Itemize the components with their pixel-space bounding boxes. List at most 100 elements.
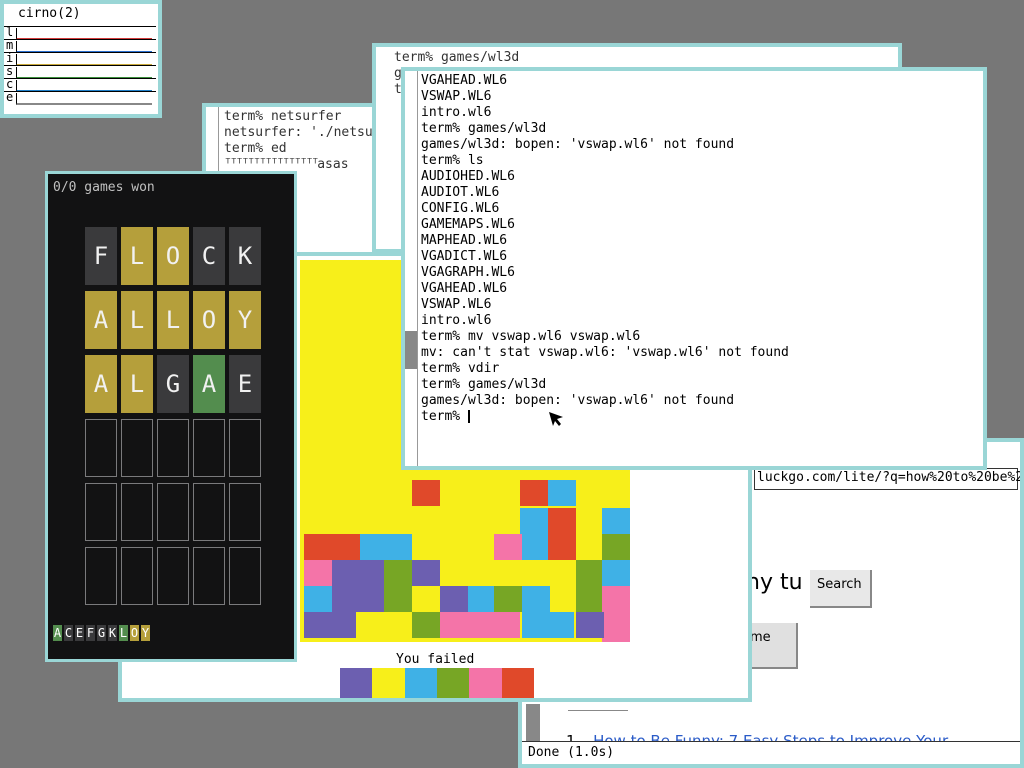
ed-line: netsurfer: './netsu <box>224 125 373 140</box>
terminal-scrollbar[interactable] <box>405 71 418 466</box>
wordle-tile: C <box>193 227 225 285</box>
game-block <box>304 586 332 612</box>
stat-key: e <box>6 90 14 104</box>
game-block <box>602 586 630 642</box>
terminal-line: VGAHEAD.WL6 <box>421 73 508 88</box>
url-text: luckgo.com/lite/?q=how%20to%20be%20 <box>757 470 1024 485</box>
game-block <box>576 612 604 638</box>
palette-swatch[interactable] <box>469 668 502 698</box>
keyboard-key[interactable]: C <box>64 625 73 641</box>
wordle-tile <box>121 547 153 605</box>
wordle-tile: A <box>193 355 225 413</box>
wordle-window[interactable]: 0/0 games won FLOCKALLOYALGAE ACEFGKLOY <box>45 171 297 662</box>
search-button-label: Search <box>817 577 862 592</box>
wordle-tile <box>85 547 117 605</box>
game-block <box>304 560 332 586</box>
terminal-line: term% mv vswap.wl6 vswap.wl6 <box>421 329 641 344</box>
back-term-line: term% games/wl3d <box>394 50 520 65</box>
stat-row: s <box>4 64 156 79</box>
palette-swatch[interactable] <box>404 668 437 698</box>
color-palette <box>340 668 534 698</box>
terminal-line: AUDIOT.WL6 <box>421 185 500 200</box>
keyboard-key[interactable]: K <box>108 625 117 641</box>
wordle-tile: A <box>85 355 117 413</box>
palette-swatch[interactable] <box>340 668 373 698</box>
text-cursor <box>467 410 470 423</box>
wordle-tile <box>193 483 225 541</box>
wordle-tile <box>157 483 189 541</box>
stat-key: i <box>6 51 14 65</box>
game-block <box>494 534 522 560</box>
game-block <box>440 586 468 612</box>
keyboard-key[interactable]: Y <box>141 625 150 641</box>
terminal-line: GAMEMAPS.WL6 <box>421 217 515 232</box>
terminal-line: VSWAP.WL6 <box>421 89 492 104</box>
stats-window[interactable]: cirno(2) lmisce <box>0 0 162 118</box>
home-button-label: me <box>750 630 771 645</box>
terminal-line: VGADICT.WL6 <box>421 249 508 264</box>
wordle-tile: L <box>121 355 153 413</box>
game-block <box>494 586 522 612</box>
url-bar[interactable]: luckgo.com/lite/?q=how%20to%20be%20 <box>754 468 1020 490</box>
terminal-window[interactable]: VGAHEAD.WL6 VSWAP.WL6 intro.wl6 term% games… <box>401 67 987 470</box>
keyboard-key[interactable]: F <box>86 625 95 641</box>
stat-row: c <box>4 77 156 92</box>
stat-key: c <box>6 77 14 91</box>
wordle-tile: K <box>229 227 261 285</box>
game-block <box>602 534 630 560</box>
terminal-line: mv: can't stat vswap.wl6: 'vswap.wl6' no… <box>421 345 789 360</box>
terminal-line: VGAGRAPH.WL6 <box>421 265 515 280</box>
palette-swatch[interactable] <box>372 668 405 698</box>
stat-key: m <box>6 38 14 52</box>
stat-graph <box>16 93 152 105</box>
wordle-tile: L <box>121 291 153 349</box>
wordle-tile: O <box>193 291 225 349</box>
wordle-tile: O <box>157 227 189 285</box>
game-block <box>602 560 630 586</box>
palette-swatch[interactable] <box>436 668 470 698</box>
terminal-line: intro.wl6 <box>421 313 492 328</box>
game-block <box>602 508 630 534</box>
terminal-scrollbar-thumb[interactable] <box>405 331 417 369</box>
palette-swatch[interactable] <box>501 668 534 698</box>
wordle-tile: E <box>229 355 261 413</box>
stat-row: m <box>4 38 156 53</box>
wordle-tile <box>157 419 189 477</box>
game-block <box>522 612 574 638</box>
terminal-line: MAPHEAD.WL6 <box>421 233 508 248</box>
wordle-tile <box>121 483 153 541</box>
stat-key: s <box>6 64 14 78</box>
keyboard-key[interactable]: L <box>119 625 128 641</box>
terminal-line: intro.wl6 <box>421 105 492 120</box>
wordle-tile <box>193 547 225 605</box>
terminal-output[interactable]: VGAHEAD.WL6 VSWAP.WL6 intro.wl6 term% games… <box>421 73 789 425</box>
game-block <box>548 480 576 506</box>
keyboard-key[interactable]: O <box>130 625 139 641</box>
home-button[interactable]: me <box>748 623 798 669</box>
keyboard-key[interactable]: E <box>75 625 84 641</box>
wordle-tile <box>229 419 261 477</box>
ed-scratch-text: asas <box>317 157 349 172</box>
wordle-tile <box>229 483 261 541</box>
game-block <box>440 560 496 586</box>
keyboard-key[interactable]: A <box>53 625 62 641</box>
wordle-tile <box>85 419 117 477</box>
terminal-line: term% games/wl3d <box>421 121 547 136</box>
search-button[interactable]: Search <box>810 570 872 608</box>
terminal-line: VSWAP.WL6 <box>421 297 492 312</box>
terminal-line: CONFIG.WL6 <box>421 201 500 216</box>
result-divider <box>568 710 628 711</box>
stats-title: cirno(2) <box>18 6 81 21</box>
game-block <box>384 560 412 612</box>
wordle-tile: L <box>121 227 153 285</box>
keyboard-key[interactable]: G <box>97 625 106 641</box>
terminal-line: games/wl3d: bopen: 'vswap.wl6' not found <box>421 393 735 408</box>
game-block <box>440 612 520 638</box>
game-block <box>412 480 440 506</box>
game-block <box>304 612 356 638</box>
wordle-tile: Y <box>229 291 261 349</box>
browser-scrollbar[interactable] <box>526 704 540 742</box>
stat-key: l <box>6 25 14 39</box>
terminal-line: term% vdir <box>421 361 500 376</box>
game-block <box>576 560 604 612</box>
